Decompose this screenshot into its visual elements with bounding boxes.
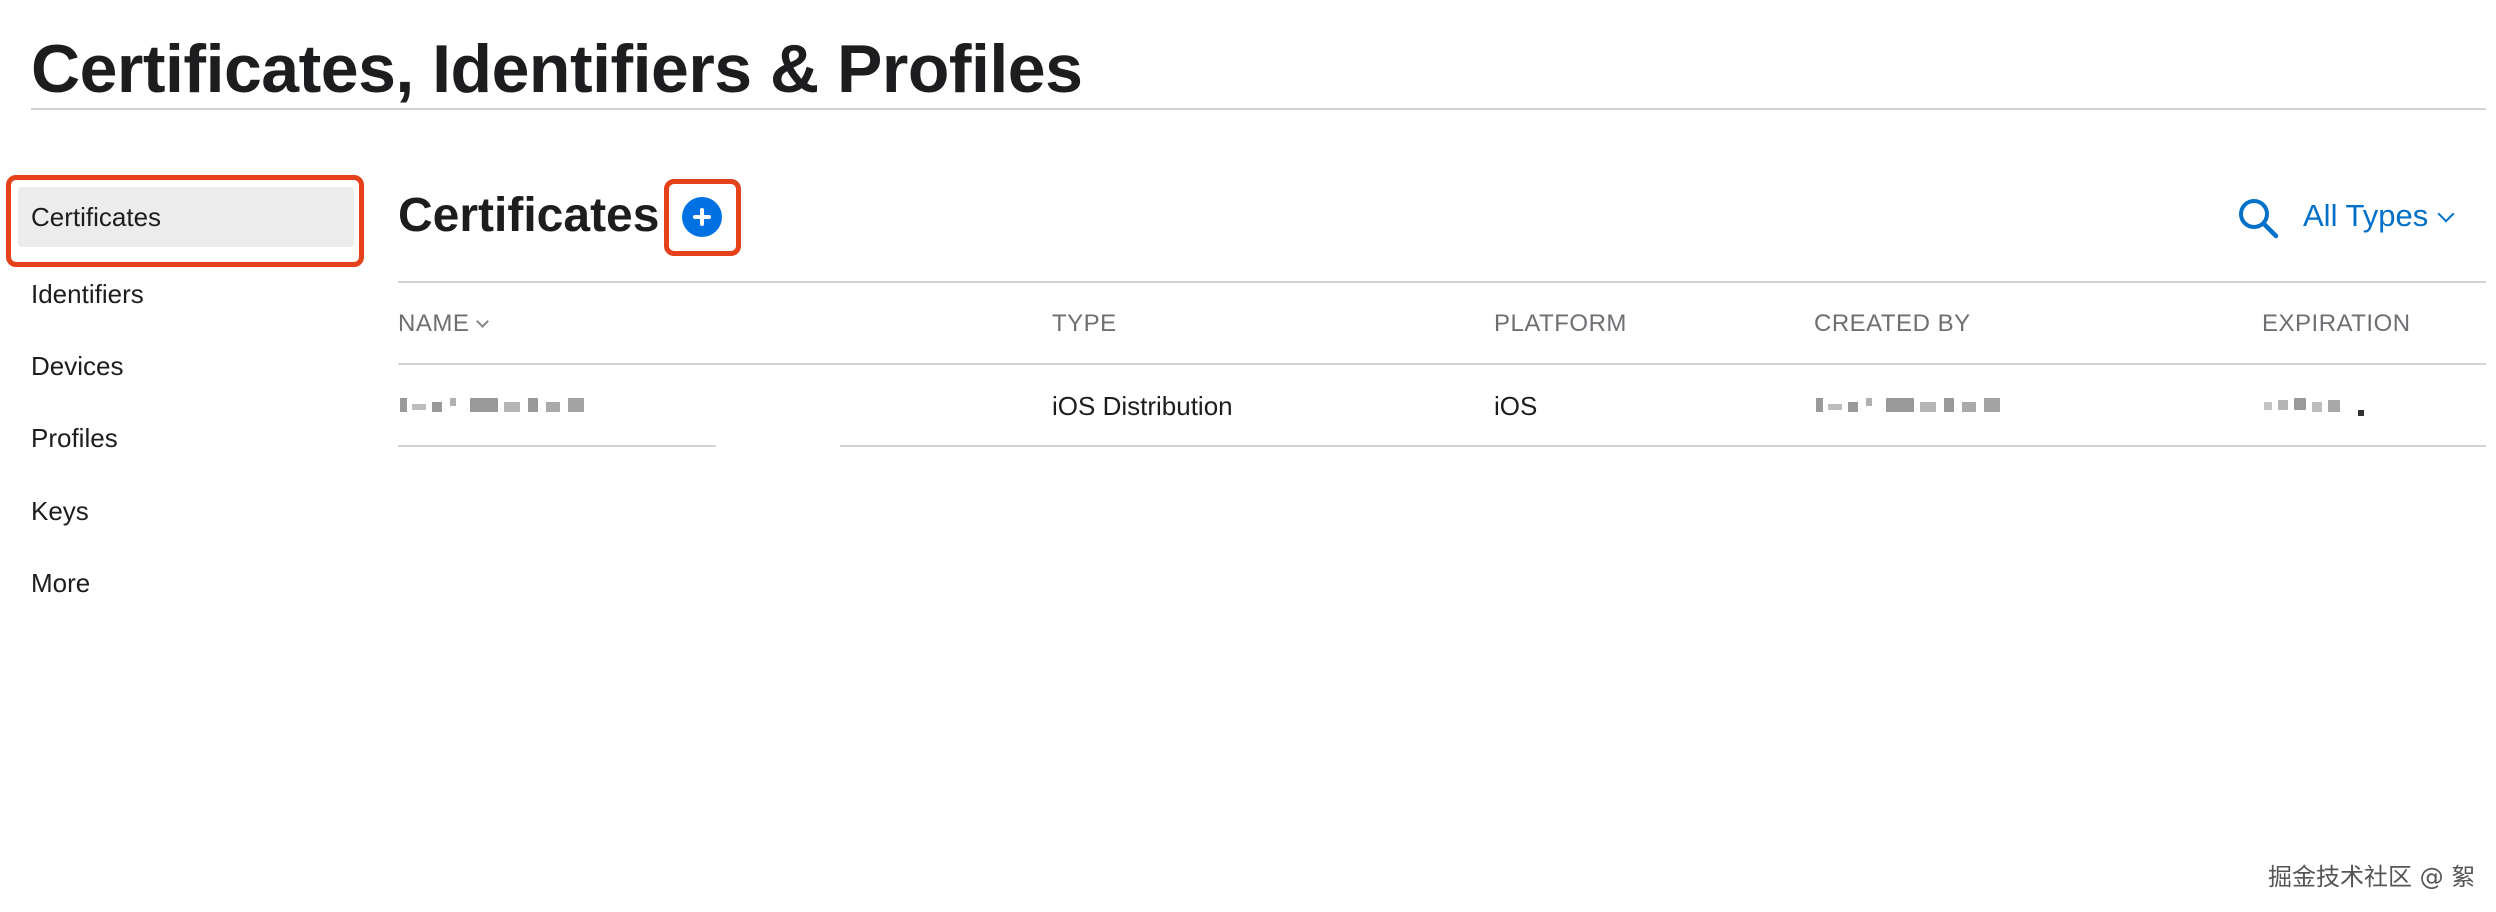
type-filter-label: All Types bbox=[2303, 198, 2429, 233]
sidebar-item-keys[interactable]: Keys bbox=[31, 481, 89, 541]
plus-circle-icon[interactable] bbox=[682, 197, 722, 237]
watermark: 掘金技术社区 @ 絮 bbox=[2268, 863, 2476, 891]
page-title: Certificates, Identifiers & Profiles bbox=[31, 31, 1083, 107]
row-divider bbox=[398, 445, 716, 447]
section-title: Certificates bbox=[398, 189, 660, 242]
column-header-created-by: CREATED BY bbox=[1814, 310, 1971, 337]
chevron-down-icon bbox=[2437, 205, 2455, 223]
column-header-platform: PLATFORM bbox=[1494, 310, 1627, 337]
search-icon[interactable] bbox=[2236, 196, 2280, 240]
sidebar-item-profiles[interactable]: Profiles bbox=[31, 408, 118, 468]
table-top-divider bbox=[398, 281, 2486, 283]
column-header-name-label: NAME bbox=[398, 310, 470, 337]
column-header-name[interactable]: NAME bbox=[398, 306, 490, 342]
title-divider bbox=[31, 108, 2486, 110]
column-header-type: TYPE bbox=[1052, 310, 1117, 337]
certificate-platform-cell: iOS bbox=[1494, 391, 1538, 421]
column-header-expiration: EXPIRATION bbox=[2262, 310, 2411, 337]
sidebar-item-more[interactable]: More bbox=[31, 553, 90, 613]
sidebar-item-devices[interactable]: Devices bbox=[31, 336, 123, 396]
table-header-divider bbox=[398, 363, 2486, 365]
sidebar-item-identifiers[interactable]: Identifiers bbox=[31, 264, 144, 324]
sort-chevron-icon bbox=[476, 315, 490, 328]
sidebar-item-certificates[interactable]: Certificates bbox=[18, 187, 354, 247]
redacted-created-by bbox=[1816, 394, 2006, 418]
certificate-type-cell: iOS Distribution bbox=[1052, 391, 1233, 421]
row-divider bbox=[840, 445, 2486, 447]
type-filter-select[interactable]: All Types bbox=[2303, 194, 2455, 238]
redacted-certificate-name[interactable] bbox=[400, 394, 590, 418]
redacted-expiration bbox=[2264, 394, 2374, 418]
